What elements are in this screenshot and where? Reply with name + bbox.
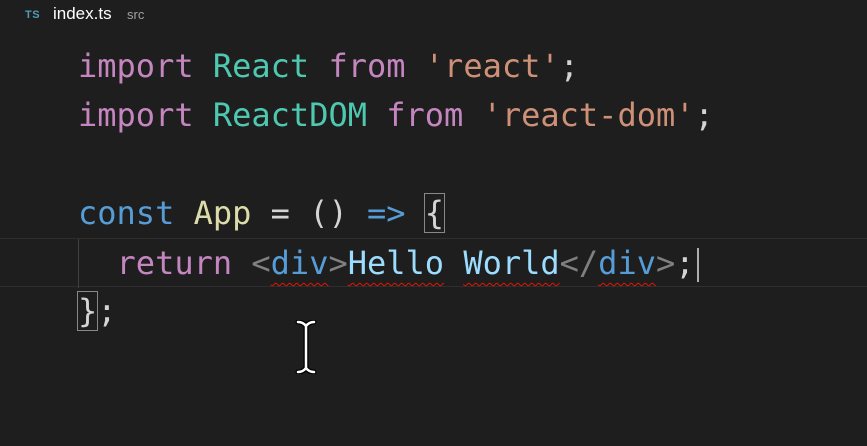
file-name[interactable]: index.ts [53,4,112,24]
code-line-4[interactable]: const App = () => { [0,189,867,238]
code-line-2[interactable]: import ReactDOM from 'react-dom'; [0,91,867,140]
code-line-3-empty[interactable] [0,140,867,189]
keyword-from: from [386,96,464,134]
semicolon: ; [97,292,117,330]
arrow-operator: => [366,194,406,232]
indent-guide [78,239,79,288]
semicolon: ; [694,96,714,134]
close-brace-match: } [76,291,99,331]
keyword-const: const [78,194,175,232]
semicolon: ; [559,47,579,85]
jsx-text-world: World [463,244,560,282]
jsx-close-tag: div [598,244,656,282]
module-string: 'react' [424,47,560,85]
jsx-open-tag: div [270,244,329,282]
jsx-open-gt: > [328,244,348,282]
semicolon: ; [675,244,695,282]
code-line-6[interactable]: }; [0,287,867,336]
identifier-app: App [193,194,252,232]
identifier-reactdom: ReactDOM [212,96,367,134]
keyword-from: from [328,47,406,85]
code-line-1[interactable]: import React from 'react'; [0,42,867,91]
editor-breadcrumb: TS index.ts src [0,0,867,30]
jsx-open-lt: < [251,244,271,282]
keyword-return: return [116,244,233,282]
code-line-5-current[interactable]: return <div>Hello World</div>; [0,238,867,288]
ibeam-cursor-icon [295,320,317,374]
keyword-import: import [78,47,194,85]
keyword-import: import [78,96,194,134]
code-editor[interactable]: TS index.ts src import React from 'react… [0,0,867,446]
file-folder[interactable]: src [127,7,144,22]
identifier-react: React [212,47,310,85]
parentheses: () [309,194,348,232]
jsx-close-gt: > [655,244,676,282]
text-cursor [696,248,699,282]
typescript-file-icon: TS [25,9,41,21]
jsx-text-hello: Hello [347,244,445,282]
jsx-close-lt: </ [559,244,599,282]
equals-operator: = [270,194,290,232]
module-string: 'react-dom' [482,96,695,134]
open-brace-match: { [423,193,446,233]
code-area[interactable]: import React from 'react'; import ReactD… [0,42,867,336]
